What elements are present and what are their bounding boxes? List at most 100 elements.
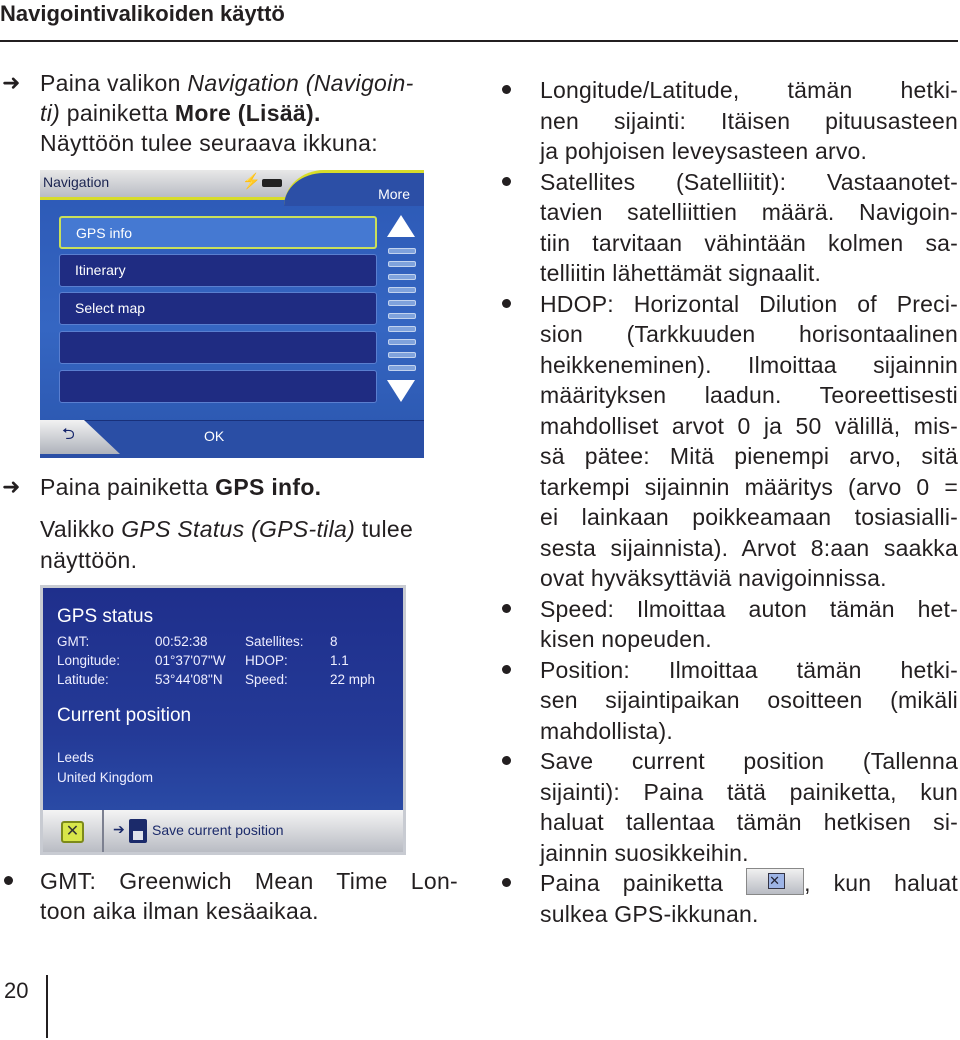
bullet-text: sä pätee: Mitä pienempi arvo, sitä: [540, 443, 958, 469]
bullet-text: Paina painiketta ✕, kun haluat: [540, 868, 958, 898]
bullet-text: HDOP: Horizontal Dilution of Preci-: [540, 290, 958, 317]
bullet-text: sion (Tarkkuuden horisontaalinen: [540, 321, 958, 347]
bullet-text: jainnin suosikkeihin.: [540, 839, 749, 866]
bullet-icon: [502, 603, 511, 613]
text: Paina valikon: [40, 70, 188, 96]
scrollbar-segment[interactable]: [388, 339, 416, 345]
bullet-text: määrityksen laadun. Teoreettisesti: [540, 382, 958, 408]
step-text: Näyttöön tulee seuraava ikkuna:: [40, 130, 378, 156]
bullet-text: mahdollista).: [540, 717, 673, 744]
scrollbar-segment[interactable]: [388, 313, 416, 319]
bullet-text: GMT: Greenwich Mean Time Lon-: [40, 868, 458, 894]
navigation-screenshot: Navigation ⚡ More GPS info Itinerary Sel…: [40, 170, 424, 458]
button-name: More (Lisää).: [174, 100, 321, 126]
menu-item-select-map[interactable]: Select map: [59, 292, 377, 325]
menu-name: Navigation (Navigoin-: [187, 70, 414, 96]
close-button-icon: ✕: [746, 868, 805, 895]
step-text: Paina painiketta GPS info.: [40, 472, 321, 502]
gps-value: 53°44'08"N: [155, 672, 223, 687]
gps-label: Latitude:: [57, 672, 109, 687]
bullet-text: tiin tarvitaan vähintään kolmen sa-: [540, 229, 958, 256]
bullet-icon: [502, 664, 511, 674]
bullet-text: sijainti): Paina tätä painiketta, kun: [540, 778, 958, 805]
bullet-icon: [502, 176, 511, 186]
page-number: 20: [4, 978, 29, 1003]
step-text: Paina valikon Navigation (Navigoin-: [40, 68, 414, 98]
bullet-text: haluat tallentaa tämän hetkisen si-: [540, 809, 958, 835]
gps-label-2: HDOP:: [245, 653, 288, 668]
bullet-text: Longitude/Latitude, tämän hetki-: [540, 77, 958, 103]
section-title: Navigointivalikoiden käyttö: [0, 1, 285, 26]
bullet-icon: [502, 878, 511, 887]
step-text: Valikko GPS Status (GPS-tila) tulee: [40, 514, 413, 544]
menu-item-itinerary[interactable]: Itinerary: [59, 254, 377, 287]
scrollbar-segment[interactable]: [388, 274, 416, 280]
menu-item-gps-info[interactable]: GPS info: [59, 216, 377, 249]
text: Valikko: [40, 516, 122, 542]
scrollbar-segment[interactable]: [388, 300, 416, 306]
bullet-icon: [502, 756, 511, 765]
gps-label-2: Speed:: [245, 672, 288, 687]
header-rule: [0, 40, 958, 42]
scrollbar-segment[interactable]: [388, 287, 416, 293]
gps-label: Longitude:: [57, 653, 121, 668]
bullet-text: Save current position (Tallenna: [540, 748, 958, 774]
current-position-title: Current position: [57, 705, 192, 726]
bullet-text: sesta sijainnista). Arvot 8:aan saakka: [540, 534, 958, 561]
screen-title: Navigation: [43, 174, 110, 190]
bullet-text: sen sijaintipaikan osoitteen (mikäli: [540, 687, 958, 713]
bullet-text: toon aika ilman kesäaikaa.: [40, 898, 319, 924]
step-text: näyttöön.: [40, 547, 138, 573]
bullet-text: tavien satelliittien määrä. Navigoin-: [540, 199, 958, 225]
gps-status-screenshot: GPS status GMT: 00:52:38 Satellites: 8 Longi…: [40, 585, 406, 855]
screen-title: GPS status: [57, 606, 154, 627]
menu-item-empty[interactable]: [59, 331, 377, 364]
text: Paina painiketta: [540, 870, 724, 896]
scroll-down-icon[interactable]: [387, 380, 415, 402]
text: tulee: [355, 516, 414, 542]
menu-name: ti): [40, 100, 61, 126]
divider: [102, 810, 104, 852]
gps-value: 01°37'07"W: [155, 653, 226, 668]
bullet-text: Satellites (Satelliitit): Vastaanotet-: [540, 168, 958, 195]
scrollbar-segment[interactable]: [388, 248, 416, 254]
battery-icon: [262, 179, 282, 187]
step-text: ti) painiketta More (Lisää).: [40, 98, 321, 128]
bullet-text: Speed: Ilmoittaa auton tämän het-: [540, 595, 958, 622]
bullet-text: ei lainkaan poikkeamaan tosiasialli-: [540, 504, 958, 530]
screen-subtitle: More: [378, 186, 410, 202]
bullet-icon: [502, 85, 511, 94]
scrollbar-segment[interactable]: [388, 261, 416, 267]
save-icon: [129, 819, 147, 843]
bullet-text: kisen nopeuden.: [540, 626, 712, 652]
gps-value-2: 22 mph: [330, 672, 376, 687]
gps-value-2: 1.1: [330, 653, 349, 668]
charging-icon: ⚡: [242, 173, 261, 190]
bullet-text: Position: Ilmoittaa tämän hetki-: [540, 656, 958, 683]
bullet-text: sulkea GPS-ikkunan.: [540, 900, 759, 927]
menu-name: GPS Status (GPS-tila): [121, 516, 356, 542]
save-current-position-button[interactable]: Save current position: [152, 822, 284, 838]
close-button[interactable]: ✕: [61, 821, 84, 843]
menu-item-empty[interactable]: [59, 370, 377, 403]
scrollbar-segment[interactable]: [388, 352, 416, 358]
scroll-up-icon[interactable]: [387, 215, 415, 237]
text: , kun haluat: [804, 870, 959, 896]
bullet-text: mahdolliset arvot 0 ja 50 välillä, mis-: [540, 412, 958, 439]
bullet-text: nen sijainti: Itäisen pituusasteen: [540, 107, 958, 134]
text: painiketta: [60, 100, 175, 126]
bullet-text: heikkeneminen). Ilmoittaa sijainnin: [540, 351, 958, 378]
back-arrow-icon: ⮌: [62, 426, 75, 443]
bullet-text: telliitin lähettämät signaalit.: [540, 260, 822, 286]
bottom-bar: ✕ ➔ Save current position: [43, 810, 403, 852]
scrollbar-segment[interactable]: [388, 365, 416, 371]
country: United Kingdom: [57, 770, 154, 785]
scrollbar-segment[interactable]: [388, 326, 416, 332]
bullet-icon: [4, 876, 13, 885]
arrow-icon: ➔: [113, 821, 125, 837]
text: Paina painiketta: [40, 474, 216, 500]
arrow-right-icon: ➜: [2, 474, 21, 499]
gps-value: 00:52:38: [155, 634, 208, 649]
gps-label-2: Satellites:: [245, 634, 304, 649]
ok-button[interactable]: OK: [204, 428, 224, 444]
